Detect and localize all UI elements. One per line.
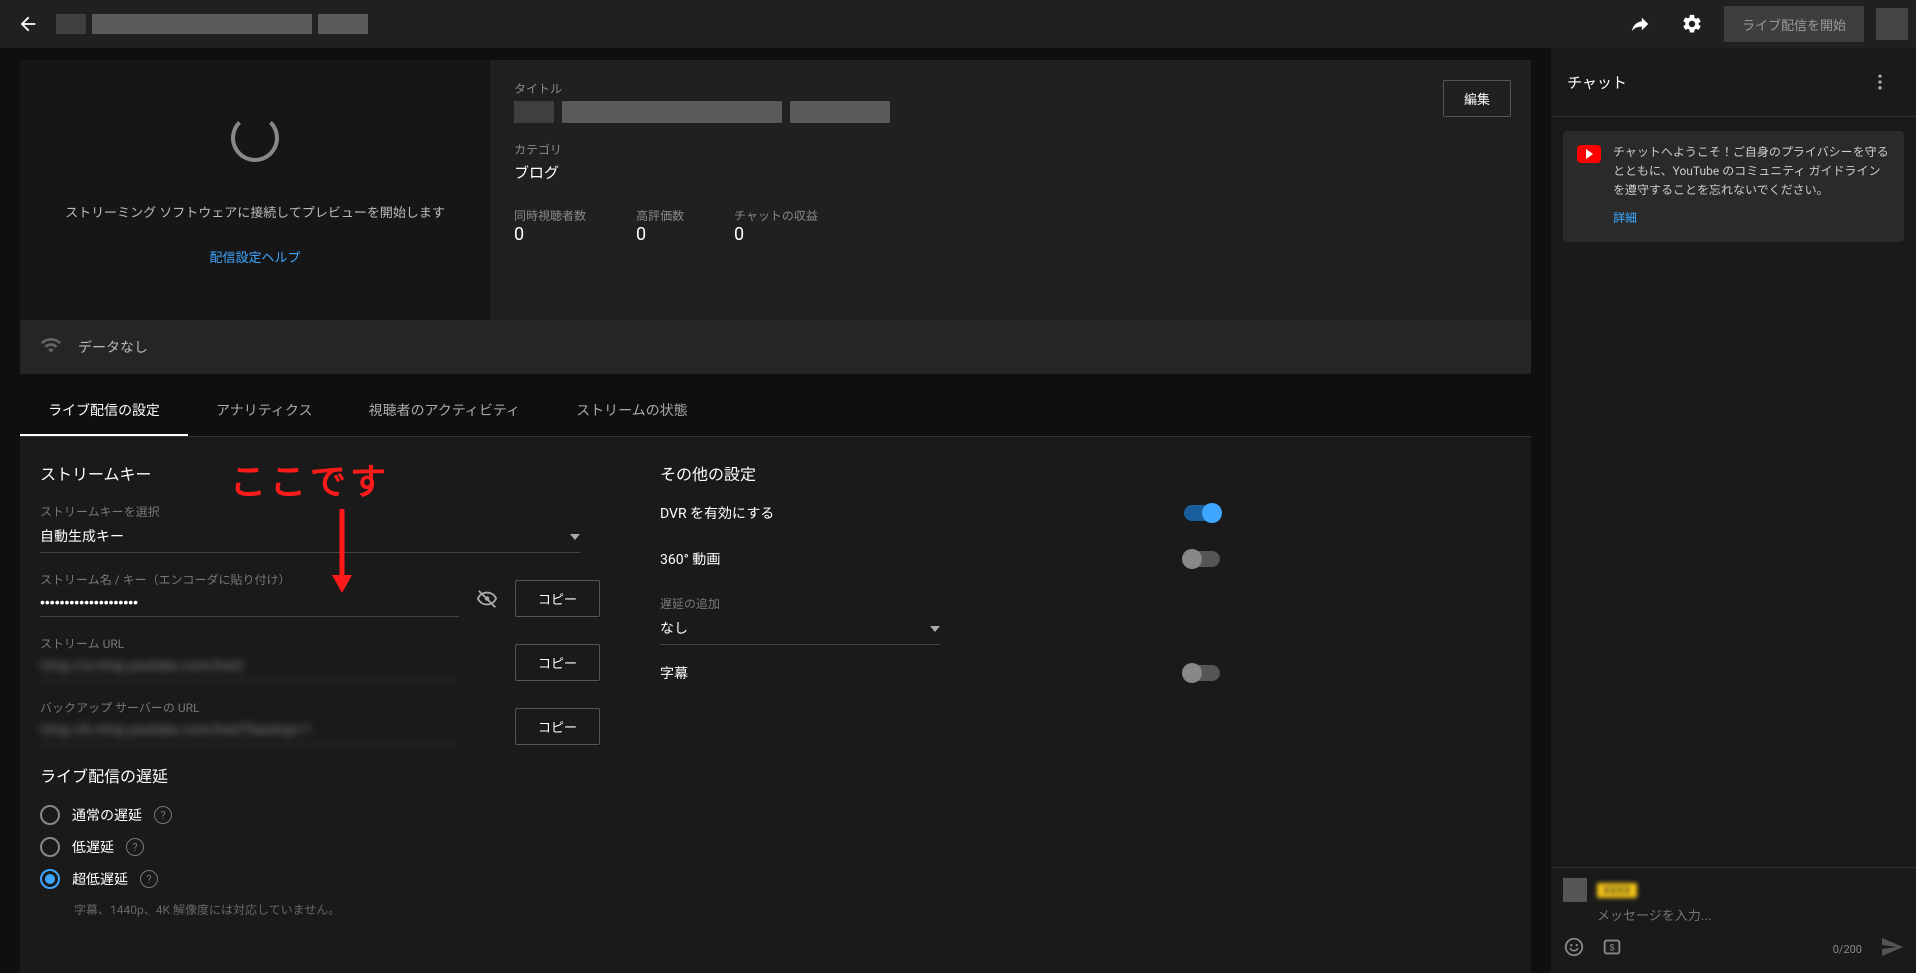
wifi-icon: [40, 334, 62, 360]
stream-key-select-label: ストリームキーを選択: [40, 503, 580, 520]
subtitle-toggle[interactable]: [1184, 665, 1220, 681]
dvr-toggle[interactable]: [1184, 505, 1220, 521]
category-label: カテゴリ: [514, 141, 1507, 158]
chat-self-avatar: [1563, 878, 1587, 902]
help-icon[interactable]: ?: [154, 806, 172, 824]
copy-stream-key-button[interactable]: コピー: [515, 580, 600, 617]
radio-icon: [40, 869, 60, 889]
title-label: タイトル: [514, 80, 1507, 97]
stream-header-panel: ストリーミング ソフトウェアに接続してプレビューを開始します 配信設定ヘルプ タ…: [20, 60, 1531, 320]
viewers-label: 同時視聴者数: [514, 207, 586, 224]
category-value: ブログ: [514, 162, 1507, 183]
subtitle-label: 字幕: [660, 663, 688, 683]
latency-option-low[interactable]: 低遅延 ?: [40, 837, 600, 857]
chat-welcome-notice: チャットへようこそ！ご自身のプライバシーを守るとともに、YouTube のコミュ…: [1563, 131, 1904, 242]
latency-option-normal[interactable]: 通常の遅延 ?: [40, 805, 600, 825]
chevron-down-icon: [930, 620, 940, 636]
chat-revenue-label: チャットの収益: [734, 207, 818, 224]
stream-name-key-label: ストリーム名 / キー（エンコーダに貼り付け）: [40, 571, 459, 588]
tab-analytics[interactable]: アナリティクス: [188, 386, 340, 436]
backup-url-value: rtmp://b.rtmp.youtube.com/live2?backup=1: [40, 718, 459, 745]
backup-url-label: バックアップ サーバーの URL: [40, 699, 459, 716]
latency-low-label: 低遅延: [72, 837, 114, 857]
latency-section-title: ライブ配信の遅延: [40, 763, 600, 787]
chat-notice-text: チャットへようこそ！ご自身のプライバシーを守るとともに、YouTube のコミュ…: [1613, 145, 1889, 197]
likes-label: 高評価数: [636, 207, 684, 224]
chevron-down-icon: [570, 528, 580, 544]
account-avatar[interactable]: [1876, 8, 1908, 40]
dvr-label: DVR を有効にする: [660, 503, 774, 523]
stream-key-section-title: ストリームキー: [40, 461, 600, 485]
stream-title-censored: [56, 14, 368, 34]
loading-spinner: [231, 114, 279, 162]
latency-hint: 字幕、1440p、4K 解像度には対応していません。: [74, 901, 600, 918]
added-delay-label: 遅延の追加: [660, 595, 940, 612]
chat-panel: チャット チャットへようこそ！ご自身のプライバシーを守るとともに、YouTube…: [1551, 48, 1916, 973]
stream-url-value: rtmp://a.rtmp.youtube.com/live2: [40, 654, 459, 681]
tab-bar: ライブ配信の設定 アナリティクス 視聴者のアクティビティ ストリームの状態: [20, 386, 1531, 437]
viewers-value: 0: [514, 224, 586, 245]
stream-preview: ストリーミング ソフトウェアに接続してプレビューを開始します 配信設定ヘルプ: [20, 60, 490, 320]
chat-messages-area: [1551, 256, 1916, 867]
superchat-icon[interactable]: $: [1601, 936, 1623, 962]
chat-send-button[interactable]: [1880, 935, 1904, 963]
emoji-picker-icon[interactable]: [1563, 936, 1585, 962]
youtube-icon: [1577, 145, 1601, 163]
latency-option-ultra-low[interactable]: 超低遅延 ?: [40, 869, 600, 889]
radio-icon: [40, 805, 60, 825]
tab-viewer-activity[interactable]: 視聴者のアクティビティ: [340, 386, 548, 436]
chat-message-input[interactable]: [1597, 902, 1904, 929]
latency-normal-label: 通常の遅延: [72, 805, 142, 825]
stream-key-select[interactable]: 自動生成キー: [40, 522, 580, 553]
radio-icon: [40, 837, 60, 857]
connection-status-bar: データなし: [20, 320, 1531, 374]
settings-body: ここです ストリームキー ストリームキーを選択 自動生成キー: [20, 437, 1531, 973]
360-toggle[interactable]: [1184, 551, 1220, 567]
other-settings-title: その他の設定: [660, 461, 1220, 485]
copy-backup-url-button[interactable]: コピー: [515, 708, 600, 745]
chat-revenue-value: 0: [734, 224, 818, 245]
added-delay-select[interactable]: なし: [660, 614, 940, 645]
svg-text:$: $: [1609, 943, 1614, 953]
help-icon[interactable]: ?: [140, 870, 158, 888]
360-label: 360° 動画: [660, 549, 720, 569]
stream-title-value: [514, 101, 1507, 123]
start-live-button[interactable]: ライブ配信を開始: [1724, 6, 1864, 42]
chat-notice-link[interactable]: 詳細: [1613, 209, 1637, 228]
stream-key-input[interactable]: [40, 590, 459, 617]
edit-button[interactable]: 編集: [1443, 80, 1511, 117]
help-icon[interactable]: ?: [126, 838, 144, 856]
tab-live-settings[interactable]: ライブ配信の設定: [20, 386, 188, 436]
stream-info: タイトル カテゴリ ブログ 同時視聴者数 0 高評価数 0: [490, 60, 1531, 320]
chat-header-title: チャット: [1567, 72, 1627, 93]
share-button[interactable]: [1620, 4, 1660, 44]
stream-url-label: ストリーム URL: [40, 635, 459, 652]
copy-stream-url-button[interactable]: コピー: [515, 644, 600, 681]
preview-connect-text: ストリーミング ソフトウェアに接続してプレビューを開始します: [45, 202, 465, 221]
stream-help-link[interactable]: 配信設定ヘルプ: [209, 247, 300, 266]
tab-stream-health[interactable]: ストリームの状態: [548, 386, 716, 436]
settings-button[interactable]: [1672, 4, 1712, 44]
chat-self-name-chip: XXXX: [1597, 883, 1637, 898]
back-button[interactable]: [8, 4, 48, 44]
chat-char-counter: 0/200: [1833, 943, 1862, 956]
visibility-toggle-icon[interactable]: [473, 585, 501, 613]
topbar: ライブ配信を開始: [0, 0, 1916, 48]
likes-value: 0: [636, 224, 684, 245]
latency-ultra-label: 超低遅延: [72, 869, 128, 889]
connection-status-text: データなし: [78, 337, 148, 357]
chat-input-area: XXXX $ 0/200: [1551, 867, 1916, 973]
chat-menu-button[interactable]: [1860, 62, 1900, 102]
